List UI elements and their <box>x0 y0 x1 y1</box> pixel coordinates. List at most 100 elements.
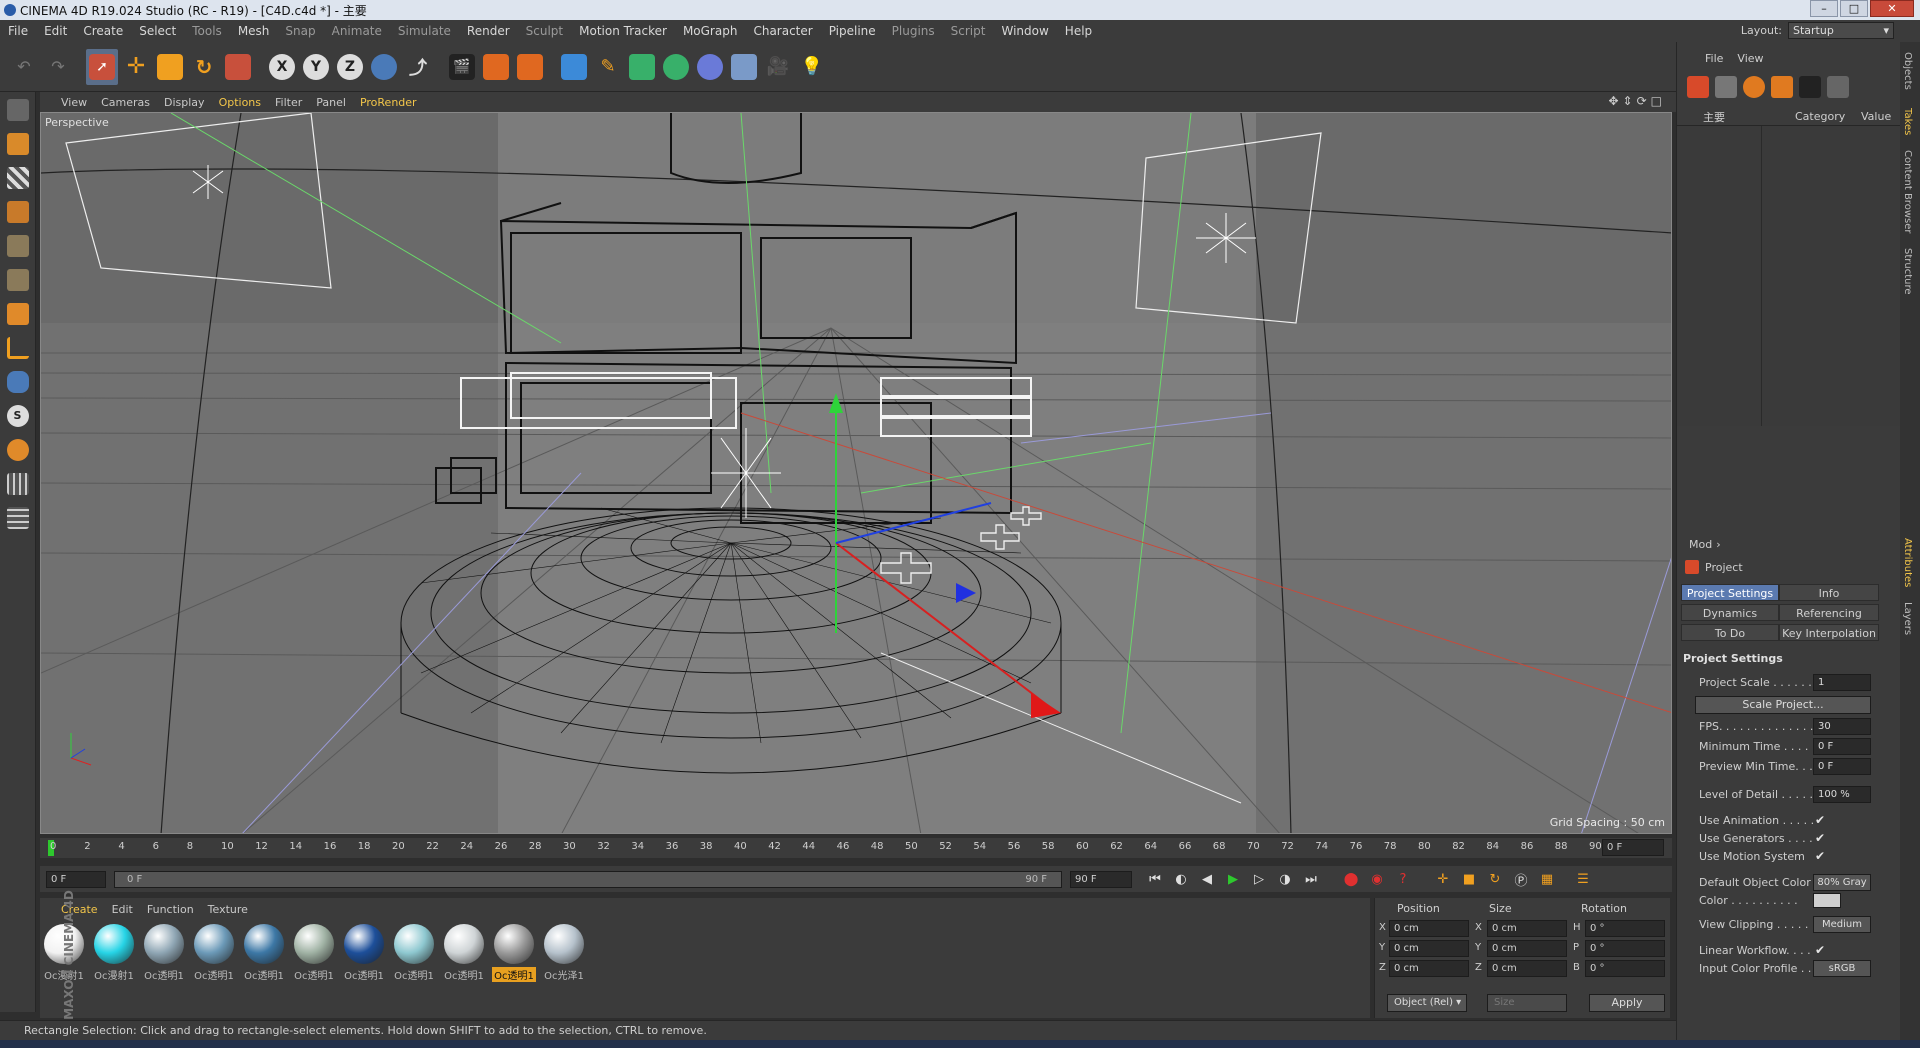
material-swatch[interactable]: Oc透明1 <box>492 924 536 982</box>
menu-simulate[interactable]: Simulate <box>390 24 459 38</box>
scale-tool-button[interactable] <box>154 49 186 85</box>
solo-button[interactable]: S <box>4 402 32 430</box>
attribute-value[interactable]: ✔ <box>1815 943 1825 957</box>
material-swatch[interactable]: Oc透明1 <box>442 924 486 982</box>
menu-help[interactable]: Help <box>1057 24 1100 38</box>
tab-project-settings[interactable]: Project Settings <box>1681 584 1779 601</box>
play-button[interactable]: ▶ <box>1220 868 1246 890</box>
material-swatch[interactable]: Oc透明1 <box>192 924 236 982</box>
material-swatch[interactable]: Oc漫射1 <box>92 924 136 982</box>
coord-size-mode-dropdown[interactable]: Size <box>1487 994 1567 1012</box>
viewport-menu-view[interactable]: View <box>54 96 94 109</box>
start-frame-field[interactable]: 0 F <box>46 870 106 888</box>
menu-render[interactable]: Render <box>459 24 518 38</box>
render-settings-button[interactable] <box>514 49 546 85</box>
om-menu-view[interactable]: View <box>1737 52 1763 65</box>
cube-button[interactable] <box>558 49 590 85</box>
menu-motion-tracker[interactable]: Motion Tracker <box>571 24 675 38</box>
coord-size-field[interactable]: 0 cm <box>1487 920 1567 937</box>
pen-button[interactable]: ✎ <box>592 49 624 85</box>
material-swatch[interactable]: Oc光泽1 <box>542 924 586 982</box>
takes-list[interactable] <box>1677 126 1901 426</box>
coord-size-field[interactable]: 0 cm <box>1487 940 1567 957</box>
coord-position-field[interactable]: 0 cm <box>1389 960 1469 977</box>
go-to-end-button[interactable]: ⏭ <box>1298 868 1324 890</box>
maximize-button[interactable]: □ <box>1840 0 1868 17</box>
menu-character[interactable]: Character <box>745 24 820 38</box>
timeline-ruler[interactable]: 0 2 4 6 8 10 12 14 16 18 20 22 24 26 28 30 32 34 36 38 40 42 4… <box>40 838 1672 858</box>
render-picture-viewer-button[interactable] <box>480 49 512 85</box>
side-tab-layers[interactable]: Layers <box>1902 602 1913 635</box>
coord-rotation-field[interactable]: 0 ° <box>1585 940 1665 957</box>
apply-button[interactable]: Apply <box>1589 994 1665 1012</box>
y-axis-button[interactable]: Y <box>300 49 332 85</box>
key-parameter-button[interactable]: Ⓟ <box>1508 868 1534 890</box>
menu-select[interactable]: Select <box>131 24 184 38</box>
planar-workplane-button[interactable] <box>4 504 32 532</box>
menu-sculpt[interactable]: Sculpt <box>518 24 571 38</box>
key-position-button[interactable]: ✛ <box>1430 868 1456 890</box>
model-mode-button[interactable] <box>4 130 32 158</box>
tab-to-do[interactable]: To Do <box>1681 624 1779 641</box>
menu-plugins[interactable]: Plugins <box>884 24 943 38</box>
edges-mode-button[interactable] <box>4 266 32 294</box>
mograph-cloner-button[interactable] <box>660 49 692 85</box>
deformer-button[interactable] <box>694 49 726 85</box>
recent-tool-button[interactable] <box>222 49 254 85</box>
attribute-value[interactable]: sRGB <box>1813 960 1871 977</box>
material-swatch[interactable]: Oc透明1 <box>392 924 436 982</box>
side-tab-structure[interactable]: Structure <box>1902 248 1913 295</box>
coord-mode-dropdown[interactable]: Object (Rel) ▾ <box>1387 994 1467 1012</box>
x-axis-button[interactable]: X <box>266 49 298 85</box>
tab-info[interactable]: Info <box>1779 584 1879 601</box>
3d-viewport[interactable]: Perspective Grid Spacing : 50 cm <box>40 112 1672 834</box>
next-frame-button[interactable]: ▷ <box>1246 868 1272 890</box>
camera-button[interactable]: 🎥 <box>762 49 794 85</box>
coordinate-system-button[interactable] <box>368 49 400 85</box>
attribute-value[interactable]: ✔ <box>1815 813 1825 827</box>
undo-button[interactable]: ↶ <box>8 49 40 85</box>
floor-button[interactable] <box>728 49 760 85</box>
side-tab-attributes[interactable]: Attributes <box>1902 538 1913 587</box>
previous-frame-button[interactable]: ◀ <box>1194 868 1220 890</box>
end-frame-field[interactable]: 90 F <box>1070 870 1132 888</box>
lock-workplane-button[interactable] <box>4 470 32 498</box>
scale-project-button[interactable]: Scale Project... <box>1695 696 1871 714</box>
attribute-value[interactable]: 100 % <box>1813 786 1871 803</box>
side-tab-objects[interactable]: Objects <box>1902 52 1913 90</box>
viewport-menu-options[interactable]: Options <box>212 96 268 109</box>
viewport-menu-filter[interactable]: Filter <box>268 96 309 109</box>
attributes-menu-mode[interactable]: Mod <box>1689 538 1712 551</box>
side-tab-takes[interactable]: Takes <box>1902 108 1913 135</box>
coord-rotation-field[interactable]: 0 ° <box>1585 960 1665 977</box>
keyframe-selection-button[interactable]: ? <box>1390 868 1416 890</box>
make-editable-button[interactable] <box>4 96 32 124</box>
viewport-menu-panel[interactable]: Panel <box>309 96 353 109</box>
menu-mograph[interactable]: MoGraph <box>675 24 746 38</box>
attribute-value[interactable]: 80% Gray <box>1813 874 1871 891</box>
menu-animate[interactable]: Animate <box>324 24 390 38</box>
subdivision-button[interactable] <box>626 49 658 85</box>
live-selection-button[interactable]: ➚ <box>86 48 118 85</box>
attribute-value[interactable]: 0 F <box>1813 738 1871 755</box>
menu-edit[interactable]: Edit <box>36 24 75 38</box>
attribute-value[interactable]: ✔ <box>1815 849 1825 863</box>
menu-script[interactable]: Script <box>943 24 994 38</box>
attribute-value[interactable]: 0 F <box>1813 758 1871 775</box>
coord-rotation-field[interactable]: 0 ° <box>1585 920 1665 937</box>
axis-lock-button[interactable]: ⤴ <box>402 49 434 85</box>
viewport-nav-icons[interactable]: ✥⇕⟳□ <box>1608 94 1666 108</box>
key-scale-button[interactable]: ■ <box>1456 868 1482 890</box>
viewport-menu-prorender[interactable]: ProRender <box>353 96 424 109</box>
rotate-tool-button[interactable]: ↻ <box>188 49 220 85</box>
redo-button[interactable]: ↷ <box>42 49 74 85</box>
polygons-mode-button[interactable] <box>4 300 32 328</box>
material-menu-texture[interactable]: Texture <box>201 903 255 916</box>
material-swatch[interactable]: Oc透明1 <box>142 924 186 982</box>
tab-key-interpolation[interactable]: Key Interpolation <box>1779 624 1879 641</box>
attribute-value[interactable]: Medium <box>1813 916 1871 933</box>
autokey-button[interactable]: ◉ <box>1364 868 1390 890</box>
menu-mesh[interactable]: Mesh <box>230 24 278 38</box>
menu-tools[interactable]: Tools <box>184 24 230 38</box>
layout-select[interactable]: Startup ▾ <box>1788 22 1894 39</box>
